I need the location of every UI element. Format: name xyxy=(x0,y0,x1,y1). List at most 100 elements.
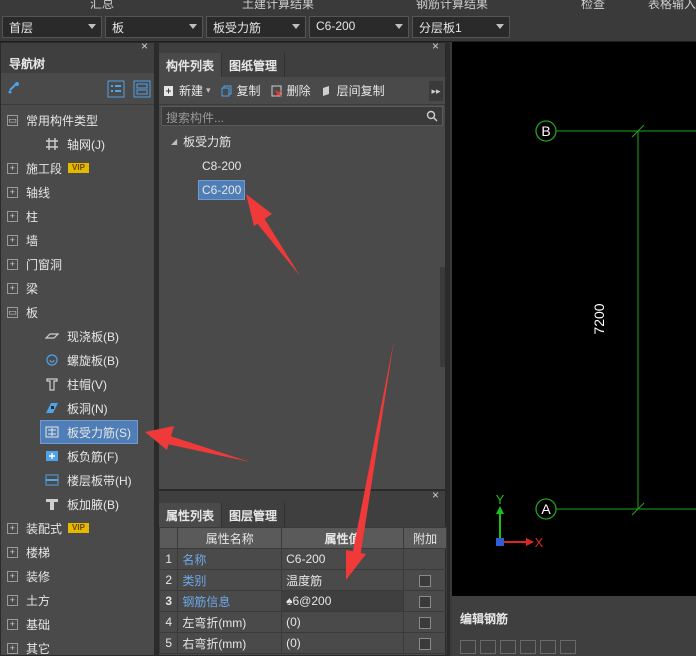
next-page-icon[interactable] xyxy=(500,640,516,654)
close-icon[interactable]: × xyxy=(141,39,148,53)
close-icon[interactable]: × xyxy=(432,39,439,53)
tree-item-negative-rebar[interactable]: 板负筋(F) xyxy=(1,445,156,467)
floor-copy-button[interactable]: 层间复制 xyxy=(321,82,385,99)
tree-item-foundation[interactable]: + 基础 xyxy=(1,613,156,635)
tree-item-slab[interactable]: ▭ 板 xyxy=(1,301,156,323)
property-row[interactable]: 1 名称 C6-200 xyxy=(158,548,447,570)
tree-item-spiral-slab[interactable]: 螺旋板(B) xyxy=(1,349,156,371)
collapse-icon[interactable]: ▭ xyxy=(7,306,18,318)
expand-icon[interactable]: + xyxy=(7,522,18,534)
property-row[interactable]: 4 左弯折(mm) (0) xyxy=(158,611,447,633)
property-row[interactable]: 2 类别 温度筋 xyxy=(158,569,447,591)
expand-icon[interactable]: + xyxy=(7,282,18,294)
new-button[interactable]: 新建 ▾ xyxy=(163,82,211,99)
expand-icon[interactable]: + xyxy=(7,258,18,270)
prev-page-icon[interactable] xyxy=(480,640,496,654)
property-value[interactable]: (0) xyxy=(281,611,405,633)
tree-item-slab-rebar[interactable]: 板受力筋(S) xyxy=(40,420,138,444)
expand-icon[interactable]: + xyxy=(7,618,18,630)
tree-item-construction-segment[interactable]: + 施工段 VIP xyxy=(1,157,156,179)
dimension-label: 7200 xyxy=(591,303,607,334)
tree-item-axis-line[interactable]: + 轴线 xyxy=(1,181,156,203)
tree-item-stairs[interactable]: + 楼梯 xyxy=(1,541,156,563)
delete-button[interactable]: 删除 xyxy=(271,82,311,99)
rebar-info-input[interactable]: ♠6@200 xyxy=(281,590,405,612)
expand-icon[interactable]: + xyxy=(7,570,18,582)
tree-item-column-cap[interactable]: 柱帽(V) xyxy=(1,373,156,395)
tab-layer-manager[interactable]: 图层管理 xyxy=(222,503,286,527)
tree-item-prefab[interactable]: + 装配式 VIP xyxy=(1,517,156,539)
expand-icon[interactable]: + xyxy=(7,210,18,222)
property-value[interactable]: (0) xyxy=(281,632,405,654)
tree-item-label: 其它 xyxy=(26,641,51,656)
tab-drawing-manager[interactable]: 图纸管理 xyxy=(222,53,286,77)
component-toolbar: 新建 ▾ 复制 删除 层间复制 ▸▸ xyxy=(159,77,445,105)
expand-icon[interactable]: + xyxy=(7,234,18,246)
close-icon[interactable]: × xyxy=(432,488,439,502)
tree-item-other[interactable]: + 其它 xyxy=(1,637,156,656)
menu-summary[interactable]: 汇总 xyxy=(90,0,114,12)
tree-item-label: 轴网(J) xyxy=(67,137,105,152)
grid-view-icon[interactable] xyxy=(133,80,151,98)
property-name: 左弯折(mm) xyxy=(177,611,283,633)
tab-property-list[interactable]: 属性列表 xyxy=(159,503,223,527)
tree-item-slab-haunch[interactable]: 板加腋(B) xyxy=(1,493,156,515)
tree-item-cast-slab[interactable]: 现浇板(B) xyxy=(1,325,156,347)
category-select[interactable]: 板 xyxy=(105,16,203,38)
extra-checkbox[interactable] xyxy=(419,637,432,650)
expand-icon[interactable]: + xyxy=(7,642,18,654)
search-icon[interactable] xyxy=(426,110,438,122)
property-value[interactable]: C6-200 xyxy=(281,548,405,570)
expand-icon[interactable]: + xyxy=(7,546,18,558)
tree-item-wall[interactable]: + 墙 xyxy=(1,229,156,251)
property-value[interactable]: 温度筋 xyxy=(281,569,405,591)
row-number-header xyxy=(158,527,179,549)
component-search-input[interactable]: 搜索构件... xyxy=(161,106,443,126)
move-down-icon[interactable] xyxy=(560,640,576,654)
menu-table-input[interactable]: 表格输入 xyxy=(648,0,696,12)
new-button-label: 新建 xyxy=(179,84,204,98)
more-arrow-icon[interactable]: ▸▸ xyxy=(429,80,443,101)
tree-item-openings[interactable]: + 门窗洞 xyxy=(1,253,156,275)
first-page-icon[interactable] xyxy=(460,640,476,654)
property-row[interactable]: 5 右弯折(mm) (0) xyxy=(158,632,447,654)
component-item[interactable]: C8-200 xyxy=(199,157,244,175)
spec-select[interactable]: C6-200 xyxy=(309,16,409,38)
tree-item-earthwork[interactable]: + 土方 xyxy=(1,589,156,611)
menu-civil-results[interactable]: 土建计算结果 xyxy=(242,0,314,12)
type-select[interactable]: 板受力筋 xyxy=(206,16,306,38)
tab-component-list[interactable]: 构件列表 xyxy=(159,53,223,77)
copy-button[interactable]: 复制 xyxy=(221,82,261,99)
add-sparkle-icon[interactable] xyxy=(7,81,21,95)
expand-icon[interactable]: + xyxy=(7,162,18,174)
extra-checkbox[interactable] xyxy=(419,616,432,629)
chevron-down-icon xyxy=(395,24,403,29)
collapse-icon[interactable]: ▭ xyxy=(7,114,18,126)
search-placeholder: 搜索构件... xyxy=(166,111,225,125)
tree-item-axis-net[interactable]: 轴网(J) xyxy=(1,133,156,155)
expand-icon[interactable]: + xyxy=(7,186,18,198)
move-up-icon[interactable] xyxy=(540,640,556,654)
tree-item-column[interactable]: + 柱 xyxy=(1,205,156,227)
tree-item-floor-strip[interactable]: 楼层板带(H) xyxy=(1,469,156,491)
drawing-canvas[interactable]: B A 7200 Y X xyxy=(450,42,696,596)
layer-select[interactable]: 分层板1 xyxy=(412,16,510,38)
chevron-down-icon[interactable]: ▾ xyxy=(206,85,211,96)
tree-item-slab-hole[interactable]: 板洞(N) xyxy=(1,397,156,419)
component-item-selected[interactable]: C6-200 xyxy=(197,180,246,200)
menu-check[interactable]: 检查 xyxy=(581,0,605,12)
tree-item-common-types[interactable]: ▭ 常用构件类型 xyxy=(1,109,156,131)
menu-rebar-results[interactable]: 钢筋计算结果 xyxy=(416,0,488,12)
component-group-row[interactable]: ◢ 板受力筋 xyxy=(171,133,231,150)
collapse-triangle-icon[interactable]: ◢ xyxy=(171,137,177,146)
expand-icon[interactable]: + xyxy=(7,594,18,606)
list-view-icon[interactable] xyxy=(107,80,125,98)
splitter-handle[interactable] xyxy=(440,267,445,367)
tree-item-beam[interactable]: + 梁 xyxy=(1,277,156,299)
property-row[interactable]: 3 钢筋信息 ♠6@200 xyxy=(158,590,447,612)
tree-item-decoration[interactable]: + 装修 xyxy=(1,565,156,587)
extra-checkbox[interactable] xyxy=(419,574,432,587)
floor-select[interactable]: 首层 xyxy=(2,16,102,38)
last-page-icon[interactable] xyxy=(520,640,536,654)
extra-checkbox[interactable] xyxy=(419,595,432,608)
